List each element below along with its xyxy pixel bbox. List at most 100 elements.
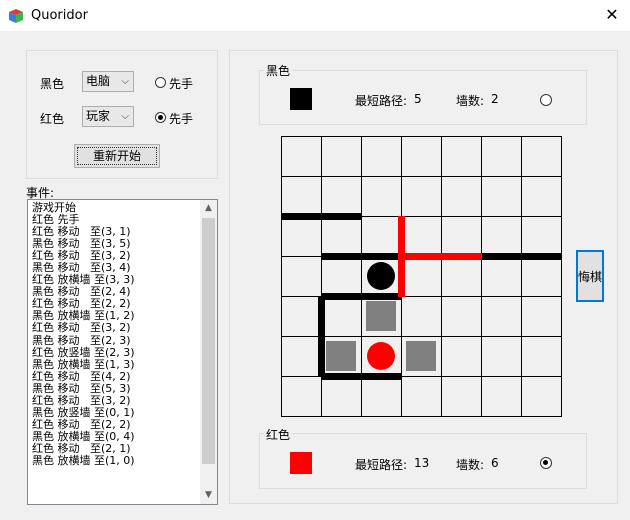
board-cell[interactable] <box>521 136 562 177</box>
board-cell[interactable] <box>281 296 322 337</box>
board-cell[interactable] <box>481 376 522 417</box>
black-wall <box>318 296 325 377</box>
event-list-item[interactable]: 红色 放竖墙 至(2, 3) <box>32 346 200 359</box>
black-wall <box>481 253 562 260</box>
board-cell[interactable] <box>481 336 522 377</box>
board-cell[interactable] <box>281 136 322 177</box>
board-cell[interactable] <box>521 256 562 297</box>
board-cell[interactable] <box>481 296 522 337</box>
board-cell[interactable] <box>321 296 362 337</box>
board-cell[interactable] <box>481 176 522 217</box>
chevron-down-icon: ⌵ <box>121 111 129 122</box>
red-walls-label: 墙数: <box>456 458 485 472</box>
board-cell[interactable] <box>441 136 482 177</box>
red-wall <box>398 216 405 297</box>
black-shortest-label: 最短路径: <box>355 94 408 108</box>
red-walls-value: 6 <box>491 456 499 470</box>
black-wall <box>321 373 402 380</box>
board-cell[interactable] <box>321 376 362 417</box>
board-cell[interactable] <box>521 296 562 337</box>
red-color-swatch <box>290 452 312 474</box>
black-color-swatch <box>290 88 312 110</box>
board-cell[interactable] <box>281 176 322 217</box>
scroll-down-icon[interactable]: ▼ <box>200 487 217 504</box>
black-walls-value: 2 <box>491 92 499 106</box>
window-title: Quoridor <box>31 8 88 23</box>
black-controller-select[interactable]: 电脑 ⌵ <box>82 71 134 92</box>
black-wall <box>281 213 362 220</box>
red-turn-indicator <box>540 457 552 469</box>
event-log-list[interactable]: 游戏开始 红色 先手 红色 移动 至(3, 1) 黑色 移动 至(3, 5) 红色 移动… <box>27 199 218 505</box>
red-first-radio[interactable] <box>155 112 166 123</box>
event-log-scrollbar[interactable]: ▲ ▼ <box>200 200 217 504</box>
event-list-item[interactable]: 红色 移动 至(4, 2) <box>32 370 200 383</box>
board-cell[interactable] <box>321 216 362 257</box>
board-cell[interactable] <box>281 336 322 377</box>
red-shortest-label: 最短路径: <box>355 458 408 472</box>
board-cell[interactable] <box>401 256 442 297</box>
red-controller-value: 玩家 <box>86 109 111 123</box>
board-cell[interactable] <box>521 336 562 377</box>
move-hint[interactable] <box>326 341 356 371</box>
black-wall <box>321 293 402 300</box>
board-cell[interactable] <box>441 256 482 297</box>
board-cell[interactable] <box>441 336 482 377</box>
black-label: 黑色 <box>40 77 65 91</box>
board-cell[interactable] <box>321 176 362 217</box>
board-cell[interactable] <box>361 216 402 257</box>
event-list-item[interactable]: 红色 移动 至(3, 2) <box>32 322 200 334</box>
board-cell[interactable] <box>441 216 482 257</box>
board-cell[interactable] <box>281 256 322 297</box>
red-controller-select[interactable]: 玩家 ⌵ <box>82 106 134 127</box>
black-shortest-value: 5 <box>414 92 422 106</box>
event-list-item[interactable]: 黑色 移动 至(5, 3) <box>32 382 200 395</box>
red-player-title: 红色 <box>264 426 293 443</box>
board-cell[interactable] <box>481 216 522 257</box>
close-icon[interactable]: ✕ <box>598 4 626 26</box>
board-cell[interactable] <box>401 136 442 177</box>
black-first-radio[interactable] <box>155 77 166 88</box>
move-hint[interactable] <box>406 341 436 371</box>
board-cell[interactable] <box>281 216 322 257</box>
board-cell[interactable] <box>441 376 482 417</box>
black-wall <box>321 253 402 260</box>
title-bar: Quoridor ✕ <box>0 0 630 31</box>
board-cell[interactable] <box>481 256 522 297</box>
board-cell[interactable] <box>401 296 442 337</box>
undo-button[interactable]: 悔棋 <box>576 250 604 302</box>
board-cell[interactable] <box>321 256 362 297</box>
red-shortest-value: 13 <box>414 456 430 470</box>
board-cell[interactable] <box>521 176 562 217</box>
move-hint[interactable] <box>366 301 396 331</box>
board-cell[interactable] <box>401 216 442 257</box>
board-cell[interactable] <box>361 176 402 217</box>
black-walls-label: 墙数: <box>456 94 485 108</box>
board-cell[interactable] <box>281 376 322 417</box>
board-cell[interactable] <box>361 136 402 177</box>
event-list-item[interactable]: 黑色 放横墙 至(1, 3) <box>32 358 200 371</box>
restart-button[interactable]: 重新开始 <box>74 144 160 168</box>
red-first-label: 先手 <box>169 112 194 126</box>
board-cell[interactable] <box>321 136 362 177</box>
board-cell[interactable] <box>361 376 402 417</box>
event-list-item[interactable]: 黑色 移动 至(2, 3) <box>32 334 200 347</box>
black-turn-indicator <box>540 94 552 106</box>
red-pawn[interactable] <box>367 342 395 370</box>
board-cell[interactable] <box>521 216 562 257</box>
board-cell[interactable] <box>401 176 442 217</box>
black-controller-value: 电脑 <box>86 74 111 88</box>
event-list-item[interactable]: 红色 移动 至(3, 2) <box>32 394 200 407</box>
board-cell[interactable] <box>521 376 562 417</box>
black-player-title: 黑色 <box>264 62 293 79</box>
event-list-item[interactable]: 黑色 放横墙 至(1, 0) <box>32 454 200 467</box>
board-cell[interactable] <box>441 296 482 337</box>
board-cell[interactable] <box>441 176 482 217</box>
black-first-label: 先手 <box>169 77 194 91</box>
board-cell[interactable] <box>481 136 522 177</box>
black-pawn[interactable] <box>367 262 395 290</box>
chevron-down-icon: ⌵ <box>121 76 129 87</box>
board-cell[interactable] <box>401 376 442 417</box>
event-items: 游戏开始 红色 先手 红色 移动 至(3, 1) 黑色 移动 至(3, 5) 红色 移动… <box>32 201 200 467</box>
scroll-up-icon[interactable]: ▲ <box>200 200 217 217</box>
scroll-thumb[interactable] <box>202 218 215 464</box>
